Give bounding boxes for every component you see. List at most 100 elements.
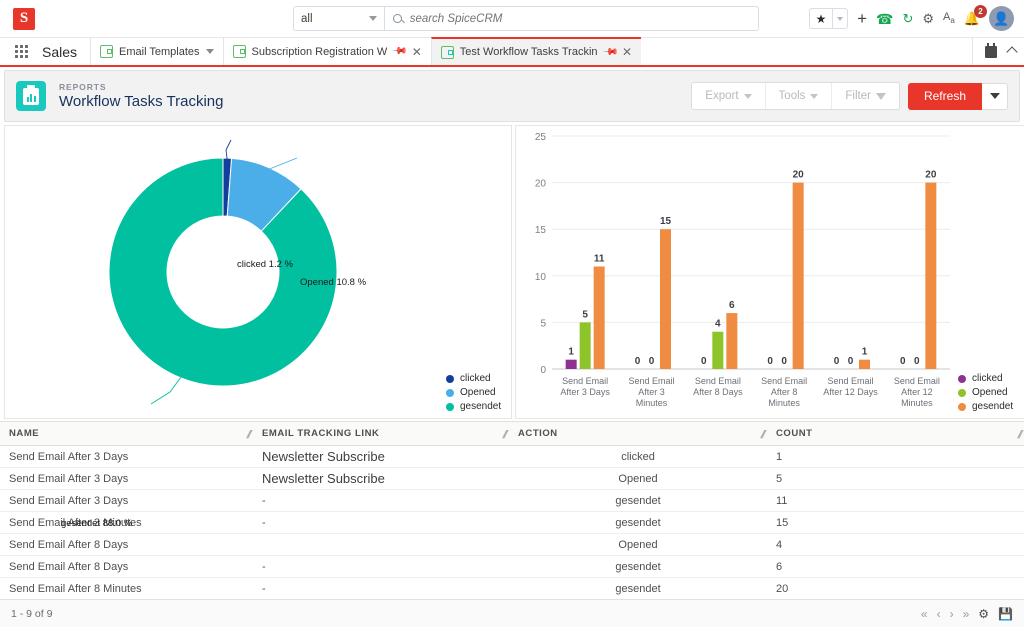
table-row[interactable]: Send Email After 3 DaysNewsletter Subscr… [0, 468, 1024, 490]
bar-value-label: 0 [767, 356, 773, 367]
filter-label: Filter [845, 90, 871, 102]
cell-email-tracking-link: - [253, 490, 509, 512]
legend-item[interactable]: Opened [446, 386, 501, 400]
column-resize-handle[interactable]: // [245, 429, 251, 441]
pin-icon[interactable]: 📌 [391, 43, 408, 60]
chevron-down-icon [744, 94, 752, 99]
header-action-icons: ★ + ☎ ↻ ⚙ Aa 🔔 2 👤 [809, 6, 1014, 31]
spicecrm-logo[interactable]: S [13, 8, 35, 30]
save-icon[interactable]: 💾 [998, 607, 1013, 621]
legend-label: gesendet [972, 400, 1013, 414]
column-resize-handle[interactable]: // [501, 429, 507, 441]
bar[interactable] [566, 360, 577, 369]
refresh-dropdown-button[interactable] [982, 83, 1008, 110]
donut-slice-label: clicked 1.2 % [237, 259, 293, 270]
table-row[interactable]: Send Email After 8 DaysOpened4 [0, 534, 1024, 556]
table-row[interactable]: Send Email After 8 Days-gesendet6 [0, 556, 1024, 578]
cell-email-tracking-link [253, 534, 509, 556]
legend-item[interactable]: gesendet [446, 400, 501, 414]
bar[interactable] [594, 266, 605, 369]
font-size-icon[interactable]: Aa [943, 12, 955, 25]
search-scope-select[interactable]: all [293, 6, 385, 31]
column-label: EMAIL TRACKING LINK [262, 428, 379, 439]
table-row[interactable]: Send Email After 3 Days-gesendet11 [0, 490, 1024, 512]
close-icon[interactable]: ✕ [412, 46, 422, 58]
sync-icon[interactable]: ↻ [902, 12, 913, 25]
bar[interactable] [793, 183, 804, 369]
favorites-button[interactable]: ★ [809, 8, 848, 29]
cell-count: 15 [767, 512, 1024, 534]
bar[interactable] [580, 322, 591, 369]
cell-count: 1 [767, 446, 1024, 468]
legend-item[interactable]: gesendet [958, 400, 1013, 414]
x-axis-tick-label: Minutes [636, 398, 668, 408]
legend-item[interactable]: Opened [958, 386, 1013, 400]
tab-label: Subscription Registration W [252, 46, 388, 58]
calendar-icon[interactable] [985, 46, 997, 58]
cell-action: clicked [509, 446, 767, 468]
gear-icon[interactable]: ⚙ [922, 12, 934, 25]
bar[interactable] [726, 313, 737, 369]
notifications-button[interactable]: 🔔 2 [964, 12, 980, 25]
x-axis-tick-label: Send Email [628, 376, 674, 386]
star-icon[interactable]: ★ [810, 9, 832, 28]
plus-icon[interactable]: + [857, 10, 867, 27]
donut-slice[interactable] [109, 158, 337, 386]
filter-button[interactable]: Filter [832, 83, 899, 109]
cell-email-tracking-link[interactable]: Newsletter Subscribe [253, 468, 509, 490]
x-axis-tick-label: Send Email [761, 376, 807, 386]
next-page-icon[interactable]: › [950, 607, 954, 621]
prev-page-icon[interactable]: ‹ [937, 607, 941, 621]
close-icon[interactable]: ✕ [622, 46, 632, 58]
export-button[interactable]: Export [692, 83, 765, 109]
donut-leader-line [151, 376, 182, 404]
refresh-button[interactable]: Refresh [908, 83, 982, 110]
tab-subscription-registration[interactable]: Subscription Registration W 📌 ✕ [223, 38, 431, 65]
tab-label: Email Templates [119, 46, 200, 58]
phone-icon[interactable]: ☎ [876, 12, 893, 26]
last-page-icon[interactable]: » [963, 607, 970, 621]
bar[interactable] [712, 332, 723, 369]
global-search: all [293, 6, 759, 31]
bar[interactable] [660, 229, 671, 369]
avatar[interactable]: 👤 [989, 6, 1014, 31]
first-page-icon[interactable]: « [921, 607, 928, 621]
bar[interactable] [925, 183, 936, 369]
x-axis-tick-label: Minutes [901, 398, 933, 408]
cell-action: gesendet [509, 578, 767, 600]
tab-workflow-tasks-tracking[interactable]: Test Workflow Tasks Trackin 📌 ✕ [431, 37, 641, 65]
table-body: Send Email After 3 DaysNewsletter Subscr… [0, 446, 1024, 600]
legend-color-swatch [446, 375, 454, 383]
cell-email-tracking-link: - [253, 578, 509, 600]
module-title-block: REPORTS Workflow Tasks Tracking [59, 82, 224, 110]
column-header-count[interactable]: COUNT // [767, 422, 1024, 446]
tools-button[interactable]: Tools [766, 83, 833, 109]
pin-icon[interactable]: 📌 [601, 44, 618, 61]
y-axis-tick-label: 25 [535, 132, 547, 143]
cell-count: 6 [767, 556, 1024, 578]
tab-email-templates[interactable]: Email Templates [90, 38, 223, 65]
column-resize-handle[interactable]: // [1016, 429, 1022, 441]
tab-bar: Sales Email Templates Subscription Regis… [0, 38, 1024, 67]
table-row[interactable]: Send Email After 3 Minutes-gesendet15 [0, 512, 1024, 534]
cell-email-tracking-link[interactable]: Newsletter Subscribe [253, 446, 509, 468]
legend-item[interactable]: clicked [958, 372, 1013, 386]
column-header-action[interactable]: ACTION // [509, 422, 767, 446]
gear-icon[interactable]: ⚙ [978, 607, 989, 621]
table-row[interactable]: Send Email After 3 DaysNewsletter Subscr… [0, 446, 1024, 468]
bar[interactable] [859, 360, 870, 369]
bar-value-label: 0 [649, 356, 655, 367]
column-header-email-tracking-link[interactable]: EMAIL TRACKING LINK // [253, 422, 509, 446]
table-row[interactable]: Send Email After 8 Minutes-gesendet20 [0, 578, 1024, 600]
column-header-name[interactable]: NAME // [0, 422, 253, 446]
chevron-down-icon[interactable] [206, 49, 214, 54]
favorites-dropdown-button[interactable] [832, 9, 847, 28]
search-input[interactable] [410, 13, 758, 25]
donut-leader-line [267, 158, 297, 170]
collapse-chevron-icon[interactable] [1006, 46, 1017, 57]
legend-item[interactable]: clicked [446, 372, 501, 386]
search-box[interactable] [385, 6, 759, 31]
app-launcher-button[interactable] [0, 38, 42, 65]
spicecrm-app: S all ★ + ☎ ↻ ⚙ Aa 🔔 2 [0, 0, 1024, 627]
column-resize-handle[interactable]: // [759, 429, 765, 441]
